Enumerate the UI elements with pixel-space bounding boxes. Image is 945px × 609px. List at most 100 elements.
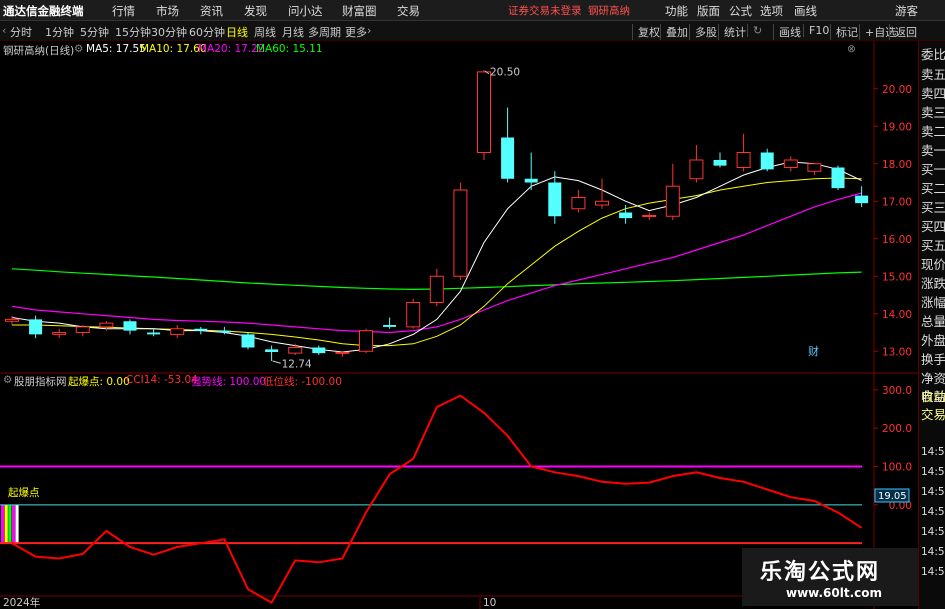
price-tick-label: 13.00 <box>882 346 912 358</box>
menu-layout[interactable]: 版面 <box>697 3 720 19</box>
ind-tick-label: 300.0 <box>882 385 912 397</box>
candle-body <box>288 347 303 354</box>
candle-body <box>524 178 538 183</box>
user-guest[interactable]: 游客 <box>895 3 918 19</box>
menu-wealth[interactable]: 财富圈 <box>342 3 377 19</box>
watermark: 乐淘公式网 www.60lt.com <box>742 548 918 606</box>
period-tab[interactable]: 分时 <box>10 24 32 40</box>
low-pointer <box>272 360 281 364</box>
candle-body <box>194 328 208 331</box>
candle-body <box>548 182 562 217</box>
indicator-low: 低位线: -100.00 <box>263 376 342 388</box>
ma20-line <box>11 192 862 334</box>
menu-xiaoda[interactable]: 问小达 <box>288 3 323 19</box>
watermark-name: 乐淘公式网 <box>760 560 881 585</box>
tool-back[interactable]: 返回 <box>889 24 917 40</box>
kline-chart[interactable]: 20.00 19.00 18.00 17.00 16.00 15.00 14.00 13.00… <box>0 41 918 609</box>
price-tick-label: 20.00 <box>882 84 912 96</box>
cci-line <box>11 394 863 604</box>
sidebar-item: 外盘 <box>921 333 945 348</box>
sidebar-item: 卖三 <box>921 105 945 120</box>
candle-body <box>760 152 774 170</box>
period-tab-active[interactable]: 日线 <box>226 24 248 40</box>
price-tick-label: 14.00 <box>882 309 912 321</box>
candle-body <box>29 319 43 335</box>
candle-body <box>783 159 798 168</box>
qibao-bar <box>1 504 5 544</box>
candle-body <box>807 163 822 172</box>
indicator-gear-icon[interactable]: ⚙ <box>3 374 12 386</box>
candle-body <box>642 215 657 217</box>
period-tab[interactable]: 30分钟 <box>151 24 187 40</box>
back-arrow-icon[interactable]: ‹ <box>2 24 6 37</box>
more-chevron-icon[interactable]: › <box>367 24 371 37</box>
price-tick-label: 18.00 <box>882 159 912 171</box>
tool-stats[interactable]: 统计 <box>718 24 746 40</box>
candle-body <box>170 328 185 335</box>
price-tick-label: 17.00 <box>882 196 912 208</box>
tool-fuquan[interactable]: 复权 <box>632 24 660 40</box>
candle-body <box>265 349 279 352</box>
candle-body <box>312 347 326 354</box>
stock-name: 钢研高纳 <box>588 5 630 17</box>
tool-mark[interactable]: 标记 <box>830 24 858 40</box>
menu-formula[interactable]: 公式 <box>729 3 752 19</box>
sidebar-item: 14:56 <box>921 526 945 538</box>
period-tab[interactable]: 5分钟 <box>80 24 109 40</box>
login-notice[interactable]: 证券交易未登录 <box>508 3 582 18</box>
ma5-line <box>11 161 862 353</box>
sidebar-item: 14:56 <box>921 486 945 498</box>
tool-draw[interactable]: 画线 <box>773 24 801 40</box>
candle-body <box>147 332 161 335</box>
candle-body <box>736 152 751 168</box>
candle-body <box>689 159 704 180</box>
candle-body <box>571 197 586 210</box>
candle-body <box>99 322 114 328</box>
sidebar-item: 涨幅 <box>921 295 945 310</box>
sidebar-item: 现价 <box>921 257 945 272</box>
title-bar: 通达信金融终端 行情 市场 资讯 发现 问小达 财富圈 交易 证券交易未登录 钢… <box>0 0 945 21</box>
candle-body <box>665 185 680 217</box>
bottom-month: 10 <box>483 597 496 609</box>
sidebar-item: 卖二 <box>921 124 945 139</box>
app-title: 通达信金融终端 <box>3 4 84 18</box>
period-tab[interactable]: 周线 <box>254 24 276 40</box>
tool-multi[interactable]: 多股 <box>689 24 717 40</box>
candle-body <box>52 332 67 335</box>
menu-quote[interactable]: 行情 <box>112 3 135 19</box>
tool-f10[interactable]: F10 <box>803 24 829 37</box>
bottom-year: 2024年 <box>3 596 40 609</box>
candle-body <box>335 351 350 354</box>
period-tab[interactable]: 60分钟 <box>189 24 225 40</box>
candle-body <box>855 195 869 204</box>
period-tab-more[interactable]: 更多 <box>345 24 367 40</box>
menu-news[interactable]: 资讯 <box>200 3 223 19</box>
candle-body <box>75 326 90 333</box>
sidebar-item: 卖四 <box>921 86 945 101</box>
menu-function[interactable]: 功能 <box>665 3 688 19</box>
period-tab[interactable]: 15分钟 <box>115 24 151 40</box>
period-tab[interactable]: 月线 <box>282 24 304 40</box>
menu-market[interactable]: 市场 <box>156 3 179 19</box>
ind-current-value: 19.05 <box>878 491 907 502</box>
refresh-icon[interactable]: ↻ <box>747 24 762 37</box>
sidebar-item: 14:56 <box>921 446 945 458</box>
menu-trade[interactable]: 交易 <box>397 3 420 19</box>
candle-body <box>619 212 633 219</box>
tool-overlay[interactable]: 叠加 <box>660 24 688 40</box>
menu-draw[interactable]: 画线 <box>794 3 817 19</box>
qibao-bar <box>11 504 15 544</box>
period-tab[interactable]: 1分钟 <box>45 24 74 40</box>
sidebar-item: 交易 <box>921 407 945 422</box>
period-tab[interactable]: 多周期 <box>308 24 341 40</box>
sidebar-item: 14:56 <box>921 546 945 558</box>
sidebar-item: 换手 <box>921 352 945 367</box>
sidebar-item: 卖五 <box>921 67 945 82</box>
candle-body <box>123 321 137 331</box>
sidebar-item: 自动 <box>921 389 945 404</box>
candle-body <box>501 137 515 179</box>
menu-discover[interactable]: 发现 <box>244 3 267 19</box>
watermark-url: www.60lt.com <box>786 586 883 600</box>
sidebar-item: 14:56 <box>921 566 945 578</box>
menu-options[interactable]: 选项 <box>760 3 783 19</box>
